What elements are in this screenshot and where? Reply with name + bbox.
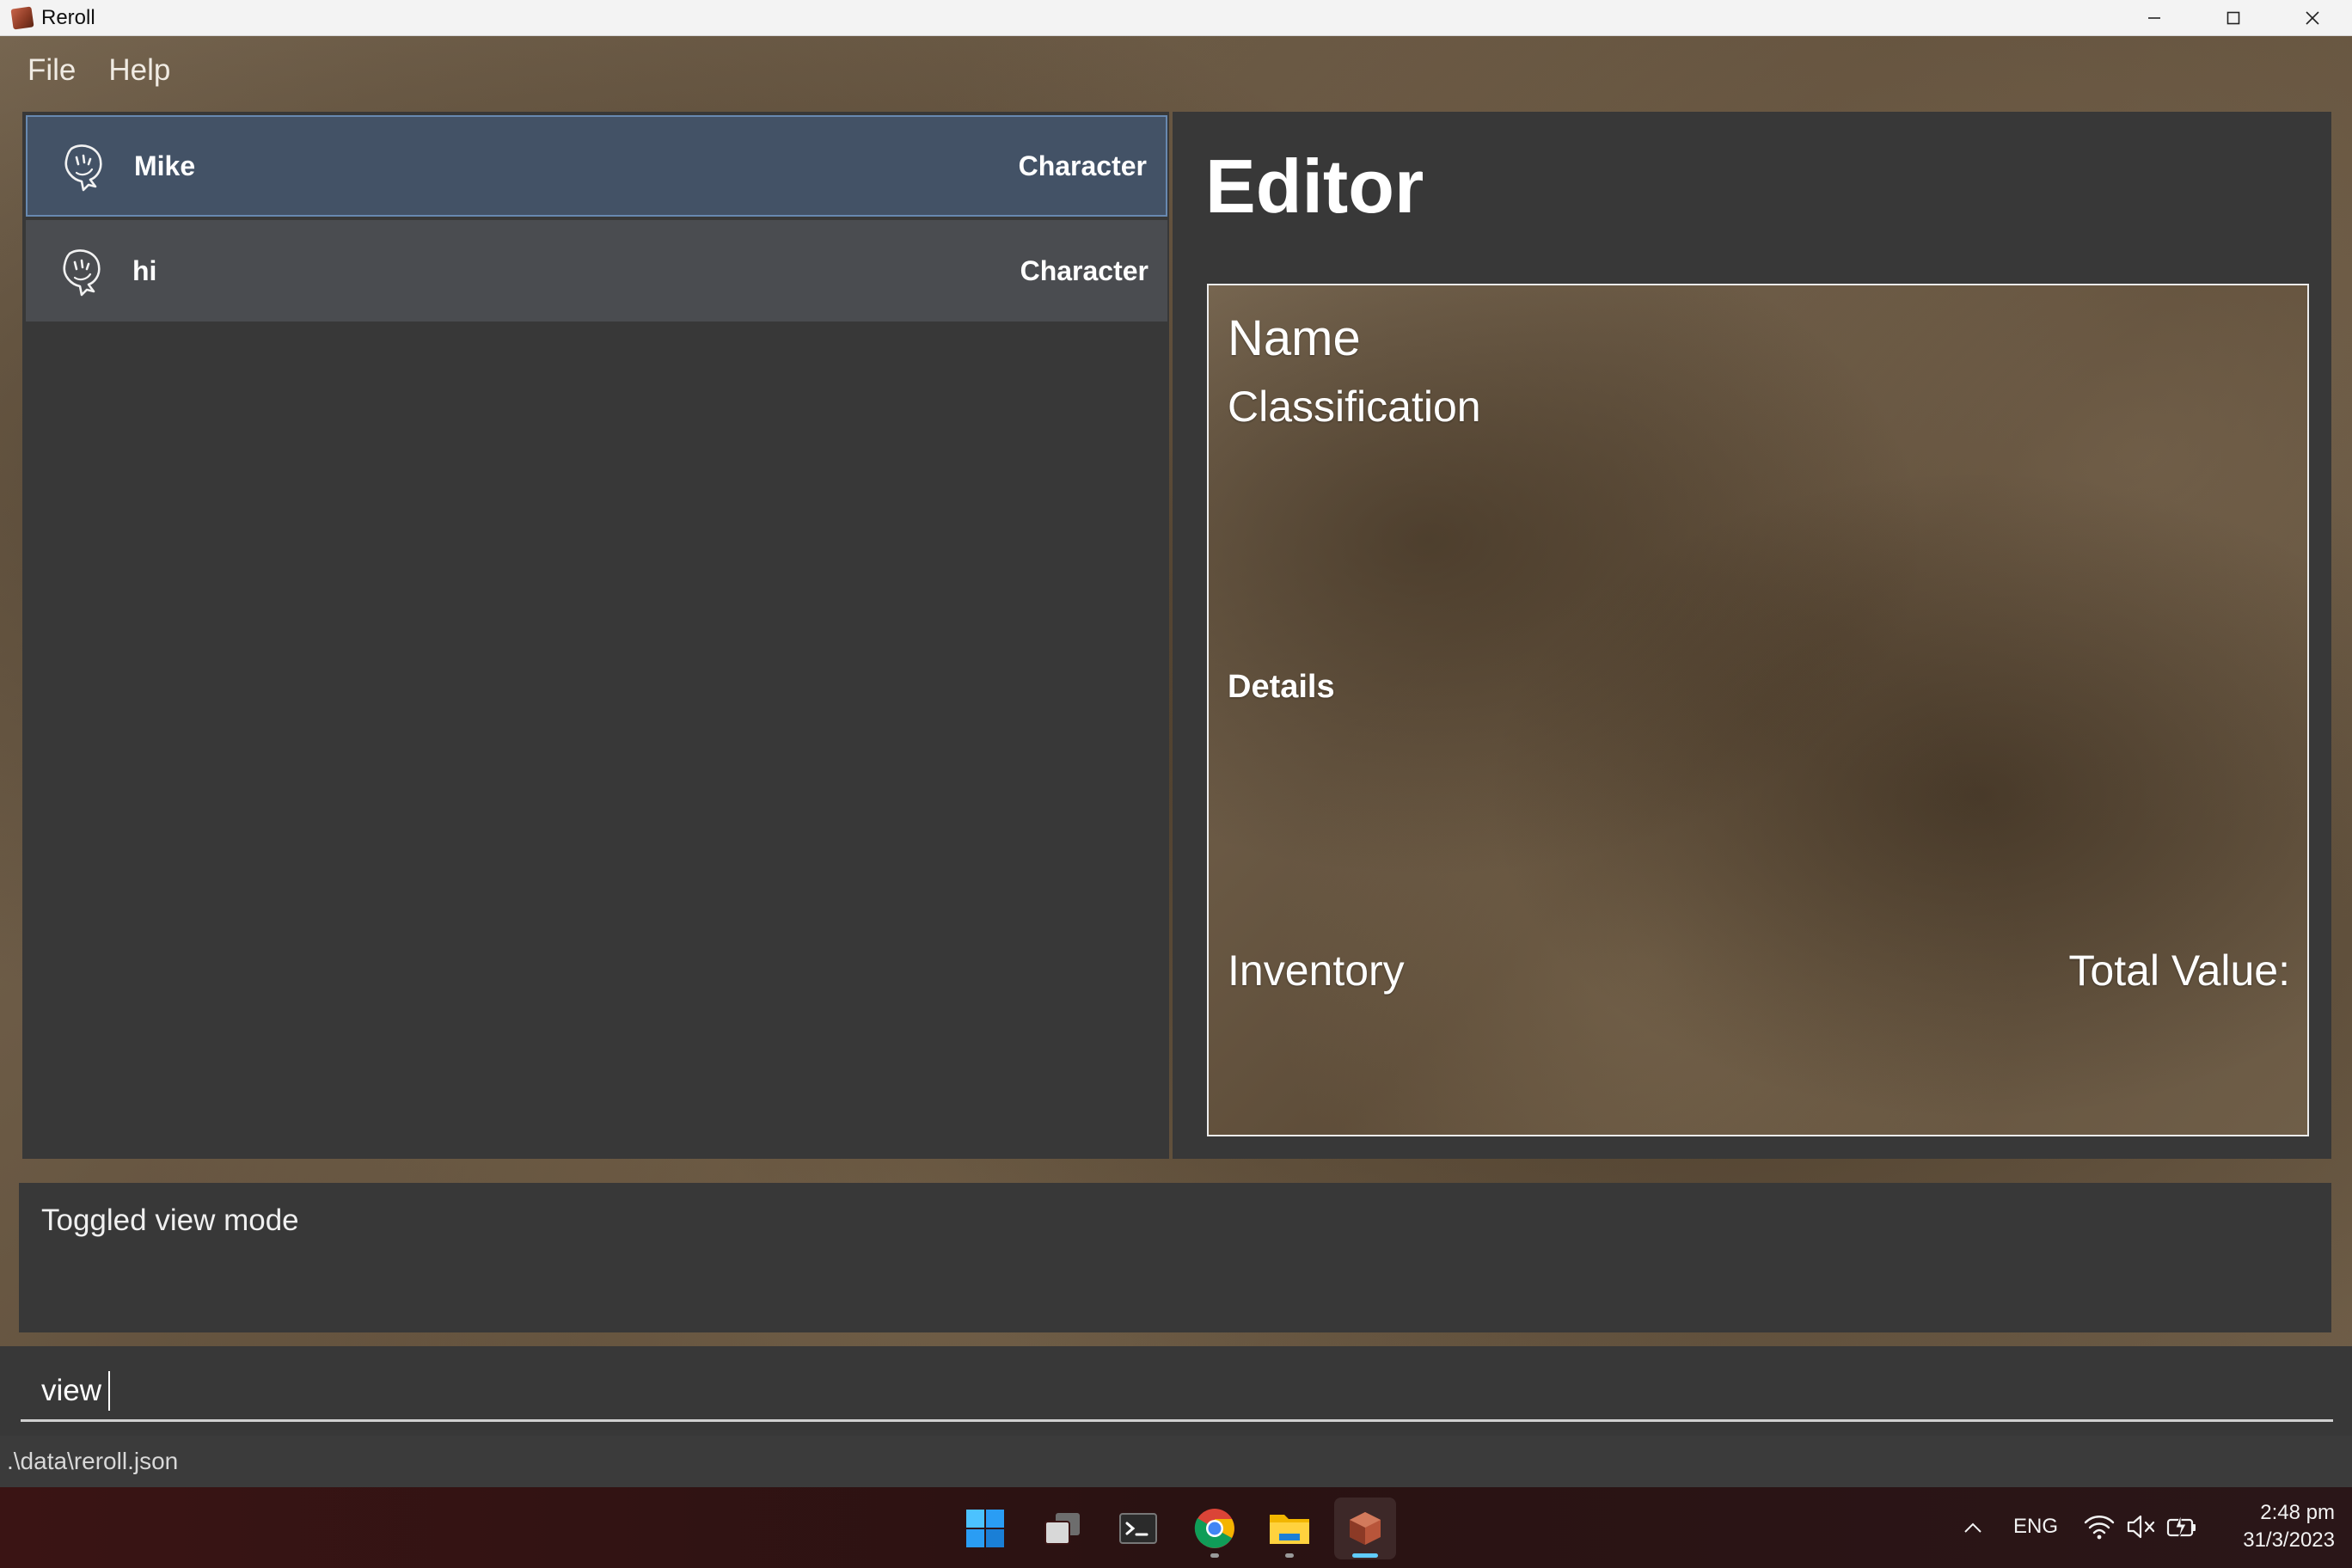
- classification-field[interactable]: Classification: [1228, 382, 1481, 432]
- text-caret: [108, 1370, 111, 1411]
- list-item-name: Mike: [134, 150, 196, 181]
- menu-file[interactable]: File: [28, 53, 76, 88]
- reroll-app-icon: [10, 5, 34, 30]
- title-bar: Reroll: [0, 0, 2352, 36]
- window-controls: [2115, 0, 2352, 36]
- list-item-classification: Character: [1020, 254, 1148, 286]
- total-value-label: Total Value:: [2068, 946, 2290, 995]
- result-message: Toggled view mode: [41, 1204, 299, 1237]
- list-item[interactable]: hi Character: [26, 220, 1167, 322]
- file-explorer-button[interactable]: [1259, 1498, 1320, 1559]
- minimize-button[interactable]: [2115, 0, 2194, 36]
- terminal-icon: [1119, 1513, 1157, 1544]
- editor-panel: Editor Name Classification Details Inven…: [1173, 112, 2331, 1159]
- reroll-icon: [1350, 1512, 1381, 1545]
- character-icon: [53, 242, 110, 299]
- window-title: Reroll: [41, 5, 95, 29]
- entity-list-panel: Mike Character hi Character: [22, 112, 1169, 1159]
- chrome-icon: [1194, 1509, 1234, 1548]
- clock-time: 2:48 pm: [2260, 1501, 2335, 1524]
- editor-title: Editor: [1205, 144, 1424, 229]
- close-button[interactable]: [2273, 0, 2352, 36]
- inventory-label: Inventory: [1228, 946, 1405, 995]
- character-icon: [55, 138, 112, 194]
- minimize-icon: [2148, 17, 2160, 19]
- command-text: view: [41, 1373, 102, 1407]
- maximize-icon: [2226, 11, 2240, 25]
- editor-card: Name Classification Details Inventory To…: [1207, 284, 2309, 1136]
- menu-bar: File Help: [0, 36, 2352, 105]
- chevron-up-icon: [1964, 1522, 1981, 1533]
- save-file-path: .\data\reroll.json: [7, 1448, 179, 1474]
- command-bar: view: [0, 1346, 2352, 1436]
- taskbar: ENG 2:48 pm 31/3/2023: [0, 1487, 2352, 1568]
- show-hidden-icons-button[interactable]: [1957, 1508, 1989, 1547]
- list-item-classification: Character: [1018, 150, 1147, 181]
- task-view-button[interactable]: [1032, 1498, 1093, 1559]
- name-field[interactable]: Name: [1228, 309, 1361, 367]
- volume-muted-icon[interactable]: [2123, 1510, 2158, 1544]
- close-icon: [2306, 11, 2319, 25]
- clock-date: 31/3/2023: [2243, 1528, 2335, 1552]
- chrome-button[interactable]: [1184, 1498, 1246, 1559]
- maximize-button[interactable]: [2194, 0, 2273, 36]
- list-item[interactable]: Mike Character: [26, 115, 1167, 217]
- reroll-taskbar-button[interactable]: [1334, 1498, 1396, 1559]
- battery-charging-icon[interactable]: [2165, 1510, 2199, 1544]
- file-explorer-icon: [1270, 1515, 1309, 1544]
- clock[interactable]: 2:48 pm 31/3/2023: [2223, 1499, 2335, 1556]
- terminal-button[interactable]: [1107, 1498, 1169, 1559]
- wifi-icon[interactable]: [2082, 1510, 2116, 1544]
- start-icon: [966, 1510, 1004, 1547]
- command-input[interactable]: view: [21, 1362, 2333, 1422]
- result-display: Toggled view mode: [19, 1183, 2331, 1332]
- menu-help[interactable]: Help: [108, 53, 170, 88]
- language-indicator[interactable]: ENG: [2013, 1515, 2058, 1539]
- details-label: Details: [1228, 669, 1335, 705]
- status-bar: .\data\reroll.json: [0, 1436, 2352, 1487]
- list-item-name: hi: [132, 254, 157, 286]
- active-indicator: [1352, 1553, 1378, 1558]
- running-indicator: [1285, 1553, 1294, 1558]
- running-indicator: [1210, 1553, 1219, 1558]
- task-view-icon: [1044, 1513, 1080, 1545]
- start-button[interactable]: [954, 1498, 1016, 1559]
